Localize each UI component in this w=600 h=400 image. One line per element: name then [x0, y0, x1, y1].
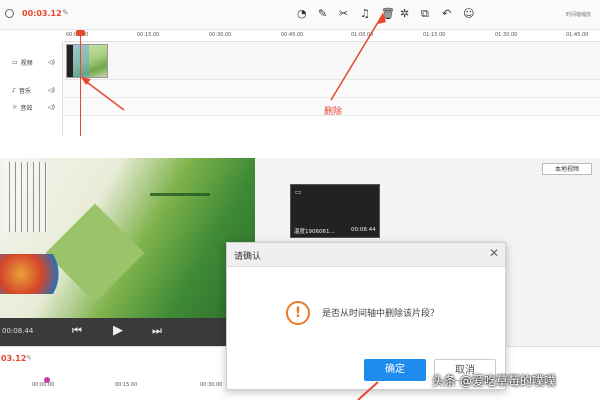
confirm-dialog: 请确认 ✕ ! 是否从时间轴中删除该片段？ 确定 取消: [226, 242, 506, 390]
local-video-label: 本地视频: [554, 166, 579, 173]
prev-frame-icon[interactable]: ⏮: [72, 324, 82, 338]
preview-time: 00:08.44: [2, 327, 34, 335]
dialog-header: 请确认 ✕: [227, 243, 505, 267]
ruler-tick: 00:30.00: [200, 382, 223, 388]
delete-annotation-label: 删除: [324, 107, 343, 117]
annotation-arrows: [81, 12, 386, 111]
warning-icon: !: [286, 301, 310, 325]
confirm-label: 确定: [385, 364, 405, 375]
video-preview: [0, 158, 255, 318]
dialog-title: 请确认: [234, 252, 262, 262]
ruler-tick: 00:00.00: [32, 382, 55, 388]
clip-duration: 00:08.44: [351, 227, 376, 233]
player-controls: 00:08.44 ⏮ ▶ ⏭: [0, 318, 228, 346]
dragon-shape: [0, 254, 70, 294]
next-frame-icon[interactable]: ⏭: [152, 324, 162, 338]
bottom-playhead-handle[interactable]: [44, 377, 50, 383]
confirm-annotation-arrow: [357, 381, 379, 400]
dialog-message: 是否从时间轴中删除该片段？: [322, 309, 440, 319]
confirm-button[interactable]: 确定: [364, 359, 426, 381]
screenshot-gap: [0, 136, 600, 158]
calligraphy-scroll: [4, 162, 48, 232]
play-icon[interactable]: ▶: [113, 323, 123, 338]
ruler-tick: 00:15.00: [115, 382, 138, 388]
title-calligraphy: [150, 162, 210, 196]
clip-name: 温度1906061...: [294, 229, 335, 235]
top-editor-panel: 00:03.12 ✎ ◔ ✎ ✂ ♫ 🗑 ✲ ⧉ ↶ ☺ 时间轴缩放 00:00…: [0, 0, 600, 136]
camera-icon: ▭: [295, 188, 302, 196]
local-video-button[interactable]: 本地视频: [542, 163, 592, 175]
clip-card[interactable]: ▭ 温度1906061... 00:08.44: [290, 184, 380, 238]
close-icon[interactable]: ✕: [489, 246, 499, 260]
bottom-time: 03.12: [1, 354, 27, 363]
edit-time-icon[interactable]: ✎: [26, 354, 32, 362]
watermark: 头条 @爱吃草莓的噗噗: [432, 374, 556, 388]
